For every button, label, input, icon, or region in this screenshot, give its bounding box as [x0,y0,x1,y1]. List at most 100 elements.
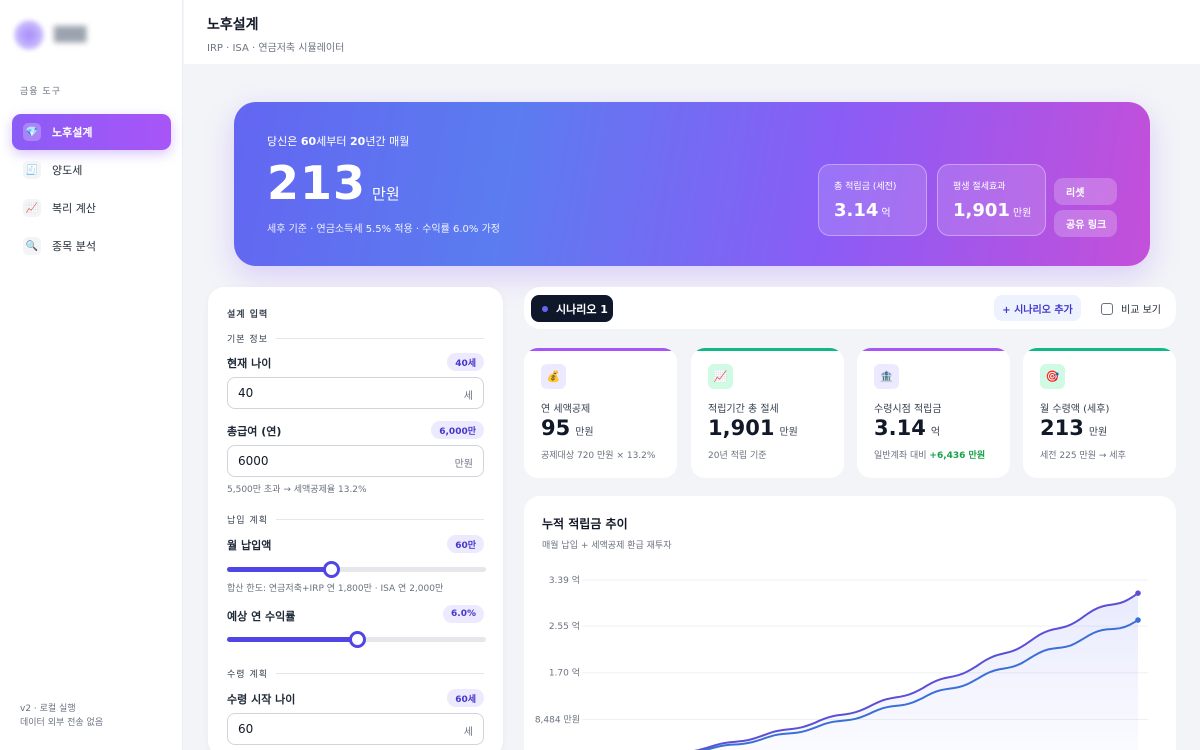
sidebar-nav: 💎 노후설계 🧾 양도세 📈 복리 계산 🔍 종목 분석 [12,114,171,266]
metric-sub-text: 세전 225 만원 → 세후 [1040,451,1126,461]
hero-lead-mid: 세부터 [316,135,351,148]
sidebar-item-label: 양도세 [52,164,83,177]
group-label-contribution: 납입 계획 [227,516,268,526]
expected-return-label: 예상 연 수익률 [227,610,296,623]
age-input-unit: 세 [463,391,473,402]
metric-number: 213 [1040,416,1084,440]
metric-unit: 억 [930,427,941,438]
sidebar-item-label: 복리 계산 [52,202,96,215]
y-tick-label: 2.55 억 [549,620,580,632]
hero-lead-age: 60 [300,135,317,148]
scenario-tab-1[interactable]: 시나리오 1 [531,295,613,322]
start-age-label: 수령 시작 나이 [227,693,296,706]
divider [276,519,484,520]
start-age-badge: 60세 [447,689,484,707]
metric-unit: 만원 [575,427,594,438]
compare-label: 비교 보기 [1121,305,1161,316]
privacy-text: 데이터 외부 전송 없음 [20,718,104,728]
metric-unit: 만원 [779,427,798,438]
divider [276,338,484,339]
metric-label: 적립기간 총 절세 [708,404,779,415]
series-end-point [1135,590,1141,596]
metric-card-balance-at-payout: 🏦 수령시점 적립금 3.14 억 일반계좌 대비 +6,436 만원 [857,348,1010,478]
slider-thumb[interactable] [322,561,340,578]
compare-toggle[interactable]: 비교 보기 [1101,301,1161,316]
stat-number: 1,901 [953,200,1010,221]
metric-value: 95 만원 [541,416,594,440]
hero-amount-unit: 만원 [372,185,400,203]
share-link-button[interactable]: 공유 링크 [1054,210,1117,237]
slider-fill [227,567,331,572]
metric-sub: 세전 225 만원 → 세후 [1040,448,1126,461]
add-scenario-button[interactable]: + 시나리오 추가 [994,295,1081,321]
metric-sub: 공제대상 720 만원 × 13.2% [541,448,655,461]
brand-logo [14,20,44,50]
diamond-icon: 💎 [23,123,41,141]
metric-value: 3.14 억 [874,416,940,440]
start-age-input[interactable]: 60 세 [227,713,484,745]
stat-unit: 만원 [1012,208,1032,219]
hero-lead-prefix: 당신은 [267,135,301,148]
metric-card-annual-tax-credit: 💰 연 세액공제 95 만원 공제대상 720 만원 × 13.2% [524,348,677,478]
sidebar-item-compound-calc[interactable]: 📈 복리 계산 [12,190,171,226]
metric-number: 1,901 [708,416,775,440]
start-age-input-value: 60 [238,722,254,736]
series-area [698,593,1138,750]
accumulation-chart-card: 누적 적립금 추이 매월 납입 + 세액공제 환급 재투자 3.39 억 2.55… [524,496,1176,750]
hero-amount-value: 213 [267,156,367,210]
stat-number: 3.14 [834,200,879,221]
metric-unit: 만원 [1088,427,1108,438]
monthly-contribution-slider[interactable] [227,561,486,578]
metric-value: 213 만원 [1040,416,1107,440]
scenario-dot-icon [542,305,548,312]
age-input[interactable]: 40 세 [227,377,484,409]
stat-unit: 억 [881,208,891,219]
magnifier-icon: 🔍 [23,237,41,255]
input-panel: 설계 입력 기본 정보 현재 나이 40세 40 세 총급여 (연) 6,000… [208,287,503,750]
version-text: v2 · 로컬 실행 [20,704,76,714]
metric-number: 3.14 [874,416,926,440]
sidebar-item-retirement[interactable]: 💎 노후설계 [12,114,171,150]
metric-card-monthly-payout: 🎯 월 수령액 (세후) 213 만원 세전 225 만원 → 세후 [1023,348,1176,478]
stat-lifetime-tax-saving: 평생 절세효과 1,901 만원 [937,164,1046,236]
y-tick-label: 8,484 만원 [535,714,580,725]
metric-sub-text: 20년 적립 기준 [708,451,767,461]
panel-title: 설계 입력 [227,310,269,320]
metric-sub-text: 공제대상 720 만원 × 13.2% [541,451,656,461]
compare-checkbox[interactable] [1101,302,1113,315]
page-header: 노후설계 IRP · ISA · 연금저축 시뮬레이터 [184,0,1200,64]
target-icon: 🎯 [1040,364,1065,389]
hero-lead: 당신은 60세부터 20년간 매월 [267,133,409,149]
hero-note: 세후 기준 · 연금소득세 5.5% 적용 · 수익률 6.0% 가정 [267,224,500,235]
divider [276,673,484,674]
stat-label: 평생 절세효과 [953,182,1006,192]
age-badge: 40세 [447,353,484,371]
metric-value: 1,901 만원 [708,416,798,440]
brand[interactable]: ███ [14,20,86,50]
slider-thumb[interactable] [348,631,366,648]
chart-up-icon: 📈 [708,364,733,389]
expected-return-slider[interactable] [227,631,486,648]
sidebar-item-stock-analysis[interactable]: 🔍 종목 분석 [12,228,171,264]
metric-sub-highlight: +6,436 만원 [929,451,986,461]
group-label-basic: 기본 정보 [227,335,268,345]
sidebar-item-capital-gains-tax[interactable]: 🧾 양도세 [12,152,171,188]
metric-sub-text: 일반계좌 대비 [874,451,930,461]
metric-sub: 일반계좌 대비 +6,436 만원 [874,448,985,461]
age-input-value: 40 [238,386,254,400]
salary-input[interactable]: 6000 만원 [227,445,484,477]
slider-fill [227,637,357,642]
salary-badge: 6,000만 [431,421,484,439]
metric-label: 연 세액공제 [541,404,591,415]
y-tick-label: 1.70 억 [549,667,580,679]
y-tick-label: 3.39 억 [549,574,580,586]
bank-icon: 🏦 [874,364,899,389]
stat-total-savings: 총 적립금 (세전) 3.14 억 [818,164,927,236]
age-label: 현재 나이 [227,357,272,370]
salary-input-unit: 만원 [454,459,473,470]
start-age-input-unit: 세 [463,727,473,738]
salary-label: 총급여 (연) [227,425,282,438]
reset-button[interactable]: 리셋 [1054,178,1117,205]
metric-number: 95 [541,416,571,440]
scenario-bar: 시나리오 1 + 시나리오 추가 비교 보기 [524,287,1176,329]
